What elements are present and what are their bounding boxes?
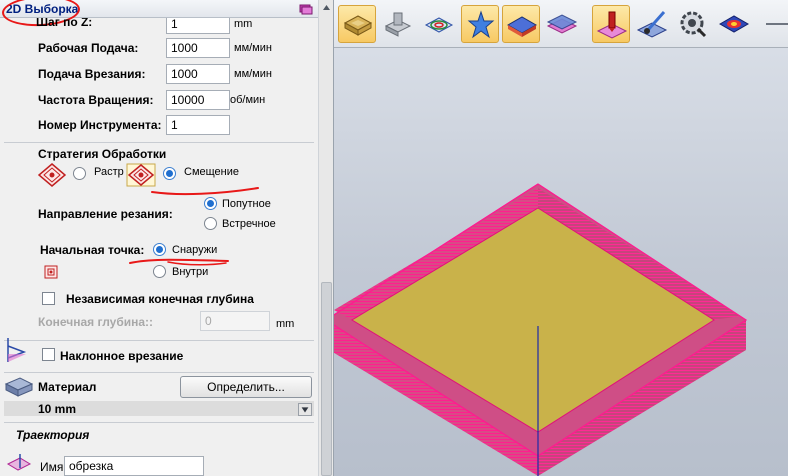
independent-depth-label: Независимая конечная глубина bbox=[66, 292, 254, 306]
step-z-unit: mm bbox=[234, 18, 253, 30]
raster-strategy-icon bbox=[38, 163, 66, 187]
trajectory-name-label: Имя: bbox=[40, 460, 67, 474]
ramp-label: Наклонное врезание bbox=[60, 349, 184, 363]
gear-settings-icon bbox=[680, 11, 707, 38]
divider bbox=[4, 372, 314, 373]
final-depth-unit: mm bbox=[276, 318, 295, 330]
direction-label: Направление резания: bbox=[38, 207, 173, 221]
panel-scrollbar[interactable] bbox=[318, 0, 334, 476]
gear-settings-button[interactable] bbox=[674, 5, 712, 43]
strategy-label: Стратегия Обработки bbox=[38, 147, 167, 161]
material-dropdown-icon[interactable] bbox=[298, 403, 312, 416]
material-block-icon bbox=[343, 15, 373, 36]
model-view-button[interactable] bbox=[379, 5, 417, 43]
layers-icon bbox=[506, 16, 538, 37]
start-point-icon bbox=[44, 265, 58, 279]
step-z-label: Шаг по Z: bbox=[36, 18, 93, 29]
panel-content: Шаг по Z: 1 mm Рабочая Подача: 1000 мм/м… bbox=[0, 18, 318, 476]
star-shape-icon bbox=[467, 10, 495, 39]
plunge-label: Подача Врезания: bbox=[38, 67, 146, 81]
inside-radio[interactable] bbox=[153, 265, 166, 278]
brush-icon bbox=[636, 11, 668, 38]
raster-option-label: Растр bbox=[94, 166, 124, 178]
step-z-input[interactable]: 1 bbox=[166, 18, 230, 34]
view-toolbar bbox=[334, 0, 788, 48]
ramp-icon bbox=[7, 338, 27, 362]
pin-icon[interactable] bbox=[299, 3, 313, 15]
climb-option-label: Попутное bbox=[222, 198, 271, 210]
layer-stack-icon bbox=[546, 14, 578, 34]
scroll-thumb[interactable] bbox=[321, 282, 332, 476]
tool-label: Номер Инструмента: bbox=[38, 118, 162, 132]
vector-view-button[interactable] bbox=[420, 5, 458, 43]
feed-unit: мм/мин bbox=[234, 42, 272, 54]
material-value: 10 mm bbox=[38, 402, 77, 416]
toolpath-name-icon bbox=[6, 454, 32, 471]
conventional-option-label: Встречное bbox=[222, 218, 276, 230]
spindle-label: Частота Вращения: bbox=[38, 93, 154, 107]
final-depth-label: Конечная глубина:: bbox=[38, 315, 154, 329]
toolpath-tool-icon bbox=[596, 11, 628, 39]
3d-viewport[interactable] bbox=[334, 0, 788, 476]
climb-radio[interactable] bbox=[204, 197, 217, 210]
scroll-up-icon[interactable] bbox=[319, 0, 334, 16]
tool-input[interactable]: 1 bbox=[166, 115, 230, 135]
trajectory-name-input[interactable]: обрезка bbox=[64, 456, 204, 476]
conventional-radio[interactable] bbox=[204, 217, 217, 230]
layers-button[interactable] bbox=[502, 5, 540, 43]
offset-option-label: Смещение bbox=[184, 166, 240, 178]
eye-visibility-button[interactable] bbox=[715, 5, 753, 43]
layer-stack-button[interactable] bbox=[543, 5, 581, 43]
spindle-input[interactable]: 10000 bbox=[166, 90, 230, 110]
inside-option-label: Внутри bbox=[172, 266, 209, 278]
divider bbox=[4, 422, 314, 423]
trajectory-label: Траектория bbox=[16, 428, 90, 442]
material-icon bbox=[4, 377, 34, 397]
toolbar-overflow[interactable] bbox=[766, 23, 788, 25]
eye-visibility-icon bbox=[718, 15, 750, 33]
star-shape-button[interactable] bbox=[461, 5, 499, 43]
plunge-unit: мм/мин bbox=[234, 68, 272, 80]
brush-button[interactable] bbox=[633, 5, 671, 43]
ramp-checkbox[interactable] bbox=[42, 348, 55, 361]
offset-radio[interactable] bbox=[163, 167, 176, 180]
toolpath-tool-button[interactable] bbox=[592, 5, 630, 43]
feed-input[interactable]: 1000 bbox=[166, 38, 230, 58]
model-view-icon bbox=[384, 12, 412, 37]
raster-radio[interactable] bbox=[73, 167, 86, 180]
material-label: Материал bbox=[38, 380, 97, 394]
toolpath-panel: 2D Выборка Шаг по Z: 1 mm Рабочая Подача… bbox=[0, 0, 334, 476]
divider bbox=[4, 142, 314, 143]
plunge-input[interactable]: 1000 bbox=[166, 64, 230, 84]
vector-view-icon bbox=[424, 17, 454, 33]
annotation-underline-strategy bbox=[151, 187, 259, 196]
independent-depth-checkbox[interactable] bbox=[42, 292, 55, 305]
3d-scene bbox=[334, 183, 748, 476]
divider bbox=[4, 340, 314, 341]
feed-label: Рабочая Подача: bbox=[38, 41, 139, 55]
material-block-button[interactable] bbox=[338, 5, 376, 43]
define-material-button[interactable]: Определить... bbox=[180, 376, 312, 398]
spindle-unit: об/мин bbox=[230, 94, 266, 106]
final-depth-input[interactable]: 0 bbox=[200, 311, 270, 331]
